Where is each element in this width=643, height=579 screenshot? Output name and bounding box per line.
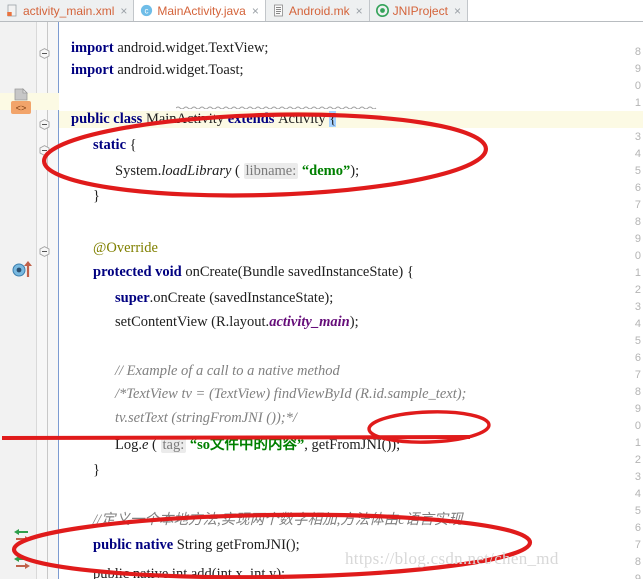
code-token: import: [71, 40, 118, 56]
code-token: tv.setText (stringFromJNI ());*/: [115, 410, 297, 426]
java-class-icon: c: [140, 4, 153, 17]
project-module-icon: [375, 4, 389, 17]
code-token: @Override: [93, 240, 158, 256]
inspection-squiggle-underline: [176, 106, 377, 109]
code-token: import: [71, 62, 118, 78]
code-line[interactable]: import android.widget.TextView;: [71, 40, 268, 57]
code-token: public class: [71, 111, 146, 127]
editor-tab-label: JNIProject: [392, 3, 448, 18]
code-line[interactable]: super.onCreate (savedInstanceState);: [115, 290, 333, 307]
close-icon[interactable]: ×: [120, 5, 127, 17]
code-token: String getFromJNI();: [176, 537, 300, 553]
code-token: protected void: [93, 264, 186, 280]
editor-tab-label: MainActivity.java: [157, 3, 246, 18]
code-token: {: [129, 137, 137, 153]
override-method-marker-icon[interactable]: [12, 260, 34, 283]
code-token: tag:: [160, 437, 187, 453]
code-line[interactable]: //定义一个本地方法,实现两个数字相加,方法体由c语言实现: [93, 512, 463, 529]
code-line[interactable]: Log.e ( tag: “so文件中的内容”, getFromJNI());: [115, 437, 400, 454]
code-token: setContentView (R.layout.: [115, 314, 270, 330]
code-marker-badge-icon[interactable]: <>: [11, 101, 31, 114]
code-editor[interactable]: 890123456789012345678901234567890: [0, 22, 643, 579]
code-token: static: [93, 137, 130, 153]
code-token: );: [350, 163, 360, 179]
xml-layout-file-icon: [6, 4, 19, 17]
fold-marker-static-block[interactable]: [39, 145, 50, 156]
code-token: public native: [93, 537, 177, 553]
close-icon[interactable]: ×: [252, 5, 259, 17]
code-token: System.: [115, 163, 162, 179]
editor-tab-jniproject[interactable]: JNIProject ×: [369, 0, 468, 21]
fold-marker-oncreate[interactable]: [39, 246, 50, 257]
code-line[interactable]: setContentView (R.layout.activity_main);: [115, 314, 359, 331]
code-token: }: [93, 188, 100, 204]
code-token: Activity: [278, 111, 330, 127]
code-line[interactable]: public native int add(int x, int y);: [93, 566, 285, 579]
code-line[interactable]: import android.widget.Toast;: [71, 62, 244, 79]
fold-marker-class-body[interactable]: [39, 119, 50, 130]
watermark-text: https://blog.csdn.net/chen_md: [345, 549, 559, 568]
code-token: .onCreate (savedInstanceState);: [149, 290, 334, 306]
code-token: (: [152, 437, 161, 453]
code-token: “demo”: [301, 163, 351, 179]
code-token: MainActivity: [145, 111, 228, 127]
code-token: e: [141, 437, 153, 453]
code-line[interactable]: /*TextView tv = (TextView) findViewById …: [115, 386, 466, 403]
native-implementation-marker-icon[interactable]: [12, 527, 32, 552]
editor-tab-overflow-area: [467, 0, 643, 21]
makefile-icon: [272, 4, 285, 17]
code-token: activity_main: [269, 314, 350, 330]
android-studio-editor-window: activity_main.xml × c MainActivity.java …: [0, 0, 643, 579]
code-line[interactable]: protected void onCreate(Bundle savedInst…: [93, 264, 414, 281]
code-line[interactable]: static {: [93, 137, 137, 154]
code-token: android.widget.TextView;: [117, 40, 269, 56]
code-token: loadLibrary: [161, 163, 236, 179]
editor-tab-main-activity-java[interactable]: c MainActivity.java ×: [134, 0, 266, 21]
code-token: // Example of a call to a native method: [115, 363, 340, 379]
code-token: );: [349, 314, 359, 330]
code-line[interactable]: tv.setText (stringFromJNI ());*/: [115, 410, 297, 427]
svg-text:<>: <>: [16, 104, 27, 114]
code-token: Log.: [115, 437, 142, 453]
code-line[interactable]: }: [93, 462, 100, 479]
code-line[interactable]: public native String getFromJNI();: [93, 537, 300, 554]
editor-tab-android-mk[interactable]: Android.mk ×: [265, 0, 370, 21]
native-implementation-marker-icon[interactable]: [12, 554, 32, 579]
code-token: public native int add(int x, int y);: [93, 566, 286, 579]
close-icon[interactable]: ×: [356, 5, 363, 17]
code-token: android.widget.Toast;: [117, 62, 244, 78]
code-line[interactable]: System.loadLibrary ( libname: “demo”);: [115, 163, 359, 180]
fold-marker-import-block[interactable]: [39, 48, 50, 59]
code-token: “so文件中的内容”: [189, 437, 305, 453]
editor-tab-bar: activity_main.xml × c MainActivity.java …: [0, 0, 643, 22]
code-text-area[interactable]: import android.widget.TextView; import an…: [59, 22, 643, 579]
code-line[interactable]: }: [93, 188, 100, 205]
code-token: (: [235, 163, 244, 179]
code-token: libname:: [243, 163, 299, 179]
svg-text:c: c: [145, 7, 149, 16]
code-line[interactable]: public class MainActivity extends Activi…: [71, 111, 337, 128]
code-token: onCreate(Bundle savedInstanceState) {: [185, 264, 414, 280]
code-token: }: [93, 462, 100, 478]
code-line[interactable]: // Example of a call to a native method: [115, 363, 340, 380]
code-token: extends: [227, 111, 279, 127]
editor-tab-activity-main-xml[interactable]: activity_main.xml ×: [0, 0, 135, 21]
editor-tab-label: Android.mk: [288, 3, 350, 18]
code-token: {: [329, 111, 337, 127]
code-line[interactable]: @Override: [93, 240, 158, 257]
code-token: super: [115, 290, 150, 306]
code-token: , getFromJNI());: [304, 437, 401, 453]
editor-tab-label: activity_main.xml: [23, 3, 115, 18]
code-token: //定义一个本地方法,实现两个数字相加,方法体由c语言实现: [93, 512, 463, 528]
code-token: /*TextView tv = (TextView) findViewById …: [115, 386, 467, 402]
close-icon[interactable]: ×: [454, 5, 461, 17]
